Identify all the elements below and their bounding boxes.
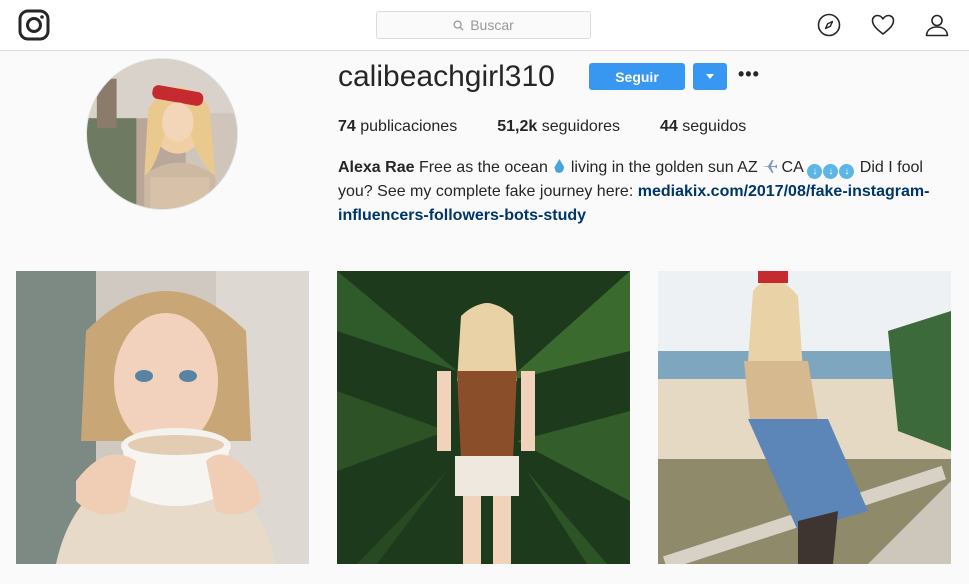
more-options-button[interactable]: ••• — [738, 64, 760, 85]
profile-username: calibeachgirl310 — [338, 60, 555, 93]
down-arrow-icon: ↓ — [807, 164, 823, 179]
posts-label: publicaciones — [360, 118, 458, 135]
post-photo — [658, 271, 951, 564]
water-drop-icon — [554, 159, 565, 173]
avatar-photo — [87, 59, 237, 209]
down-arrow-icon: ↓ — [839, 164, 855, 179]
post-photo — [16, 271, 309, 564]
down-arrow-icon: ↓ — [823, 164, 839, 179]
caret-down-icon — [706, 74, 714, 79]
airplane-icon — [762, 160, 778, 173]
post-thumbnail[interactable] — [337, 271, 630, 564]
bio-text-a: Free as the ocean — [418, 159, 548, 176]
heart-icon[interactable] — [871, 13, 895, 37]
profile-avatar[interactable] — [86, 58, 238, 210]
profile-stats: 74 publicaciones 51,2k seguidores 44 seg… — [338, 118, 786, 136]
followers-count: 51,2k — [497, 118, 538, 135]
post-thumbnail[interactable] — [658, 271, 951, 564]
following-count: 44 — [659, 118, 678, 135]
following-stat[interactable]: 44 seguidos — [660, 118, 746, 136]
search-placeholder: Buscar — [470, 17, 514, 33]
search-icon — [453, 19, 464, 31]
instagram-logo-icon[interactable] — [18, 9, 50, 41]
posts-count: 74 — [338, 118, 356, 135]
bio-text-b: living in the golden sun AZ — [570, 159, 758, 176]
suggestions-dropdown-button[interactable] — [693, 63, 727, 90]
bio-text-c: CA — [781, 159, 803, 176]
compass-icon[interactable] — [817, 13, 841, 37]
search-input[interactable]: Buscar — [376, 11, 591, 39]
following-label: seguidos — [682, 118, 747, 135]
posts-stat: 74 publicaciones — [338, 118, 457, 136]
person-icon[interactable] — [925, 13, 949, 37]
post-photo — [337, 271, 630, 564]
followers-label: seguidores — [541, 118, 620, 135]
bio-full-name: Alexa Rae — [338, 159, 415, 176]
profile-bio: Alexa Rae Free as the ocean living in th… — [338, 156, 938, 228]
post-thumbnail[interactable] — [16, 271, 309, 564]
followers-stat[interactable]: 51,2k seguidores — [497, 118, 620, 136]
follow-button[interactable]: Seguir — [589, 63, 685, 90]
top-nav-bar: Buscar — [0, 0, 969, 51]
